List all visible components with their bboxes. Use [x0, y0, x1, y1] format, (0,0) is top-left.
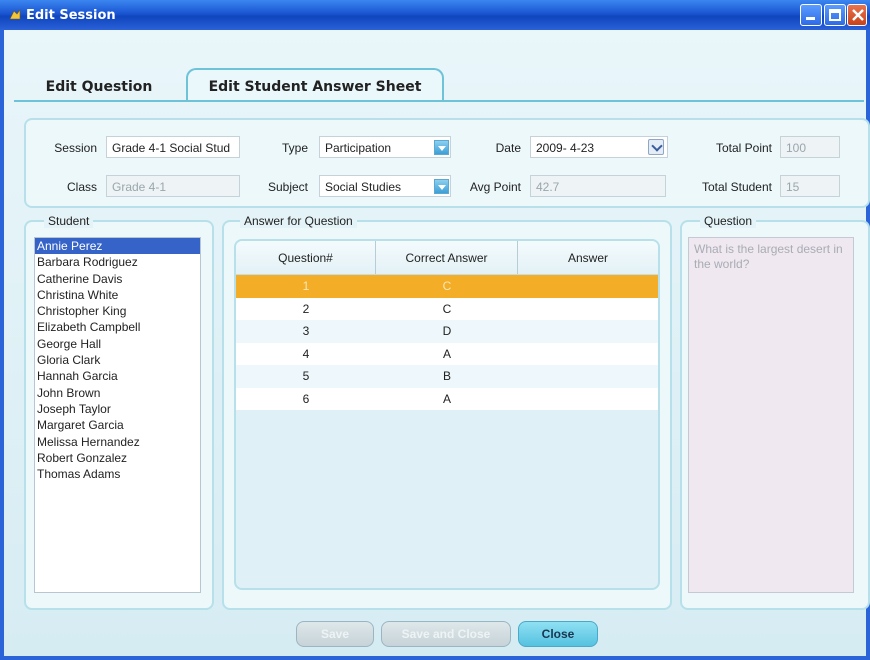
tab-edit-question[interactable]: Edit Question — [14, 70, 184, 104]
subject-select[interactable]: Social Studies — [319, 175, 451, 197]
student-list[interactable]: Annie Perez Barbara Rodriguez Catherine Da… — [34, 237, 201, 593]
question-number-cell: 5 — [302, 369, 310, 383]
answer-cell[interactable] — [518, 343, 658, 366]
student-list-item[interactable]: Barbara Rodriguez — [35, 254, 200, 270]
question-panel-title: Question — [700, 214, 757, 228]
date-label: Date — [495, 141, 521, 155]
edit-session-window: Edit Session Edit Question Edit Student … — [0, 0, 870, 660]
chevron-down-icon[interactable] — [648, 139, 664, 155]
table-row[interactable]: 2C — [236, 297, 658, 321]
question-number-cell: 3 — [302, 324, 310, 338]
table-row[interactable]: 4A — [236, 342, 658, 366]
student-list-item[interactable]: Christina White — [35, 287, 200, 303]
student-list-item[interactable]: Robert Gonzalez — [35, 450, 200, 466]
close-window-button[interactable] — [847, 4, 867, 26]
answer-cell[interactable] — [518, 320, 658, 343]
answer-grid: Question# Correct Answer Answer 1C2C3D4A… — [234, 239, 660, 590]
session-field[interactable]: Grade 4-1 Social Stud — [106, 136, 240, 158]
total-student-label: Total Student — [701, 180, 772, 194]
subject-dropdown-icon[interactable] — [434, 179, 449, 194]
type-label: Type — [281, 141, 308, 155]
title-bar[interactable]: Edit Session — [0, 0, 870, 30]
correct-answer-cell: B — [442, 369, 451, 383]
correct-answer-cell: D — [442, 324, 452, 338]
student-list-item[interactable]: Joseph Taylor — [35, 401, 200, 417]
correct-answer-cell: C — [442, 301, 452, 316]
subject-label: Subject — [267, 180, 308, 194]
column-header-correct-answer[interactable]: Correct Answer — [376, 241, 518, 274]
maximize-icon — [829, 9, 841, 21]
answer-cell[interactable] — [518, 298, 658, 321]
student-list-item[interactable]: Gloria Clark — [35, 352, 200, 368]
question-text-area: What is the largest desert in the world? — [688, 237, 854, 593]
tab-edit-student-answer-sheet[interactable]: Edit Student Answer Sheet — [186, 68, 444, 100]
save-and-close-button[interactable]: Save and Close — [381, 621, 511, 647]
date-value: 2009- 4-23 — [536, 141, 595, 155]
total-point-label: Total Point — [715, 141, 772, 155]
type-dropdown-icon[interactable] — [434, 140, 449, 155]
correct-answer-cell: A — [442, 391, 451, 406]
save-button[interactable]: Save — [296, 621, 374, 647]
table-row[interactable]: 6A — [236, 387, 658, 411]
column-header-answer[interactable]: Answer — [518, 241, 658, 274]
question-number-cell: 6 — [302, 391, 310, 406]
student-list-item[interactable]: Elizabeth Campbell — [35, 319, 200, 335]
table-row[interactable]: 3D — [236, 320, 658, 343]
student-list-item[interactable]: Melissa Hernandez — [35, 434, 200, 450]
close-button[interactable]: Close — [518, 621, 598, 647]
class-field: Grade 4-1 — [106, 175, 240, 197]
student-panel-title: Student — [44, 214, 94, 228]
session-label: Session — [54, 141, 97, 155]
total-point-field: 100 — [780, 136, 840, 158]
subject-value: Social Studies — [325, 180, 402, 194]
question-number-cell: 4 — [302, 346, 310, 361]
student-list-item[interactable]: John Brown — [35, 385, 200, 401]
question-number-cell: 1 — [302, 279, 310, 293]
minimize-button[interactable] — [800, 4, 822, 26]
type-value: Participation — [325, 141, 392, 155]
answer-cell[interactable] — [518, 365, 658, 388]
avg-point-field: 42.7 — [530, 175, 666, 197]
table-row[interactable]: 1C — [236, 275, 658, 298]
student-list-item[interactable]: Thomas Adams — [35, 466, 200, 482]
answer-grid-header: Question# Correct Answer Answer — [236, 241, 658, 275]
table-row[interactable]: 5B — [236, 365, 658, 388]
column-header-question[interactable]: Question# — [236, 241, 376, 274]
close-icon — [852, 9, 864, 21]
window-title: Edit Session — [26, 8, 116, 23]
maximize-button[interactable] — [824, 4, 846, 26]
type-select[interactable]: Participation — [319, 136, 451, 158]
class-label: Class — [66, 180, 97, 194]
question-number-cell: 2 — [302, 301, 310, 316]
student-list-item[interactable]: Catherine Davis — [35, 271, 200, 287]
student-list-item[interactable]: George Hall — [35, 336, 200, 352]
answer-grid-rows: 1C2C3D4A5B6A — [236, 275, 658, 410]
student-list-item[interactable]: Christopher King — [35, 303, 200, 319]
student-list-item[interactable]: Annie Perez — [35, 238, 200, 255]
correct-answer-cell: C — [442, 279, 452, 293]
correct-answer-cell: A — [442, 346, 451, 361]
avg-point-label: Avg Point — [469, 180, 521, 194]
app-icon — [9, 9, 21, 20]
minimize-icon — [806, 17, 815, 20]
student-list-item[interactable]: Margaret Garcia — [35, 417, 200, 433]
answer-cell[interactable] — [518, 388, 658, 411]
tab-divider — [14, 100, 864, 102]
answer-cell[interactable] — [518, 275, 658, 298]
student-list-item[interactable]: Hannah Garcia — [35, 368, 200, 384]
total-student-field: 15 — [780, 175, 840, 197]
answer-panel-title: Answer for Question — [240, 214, 357, 228]
